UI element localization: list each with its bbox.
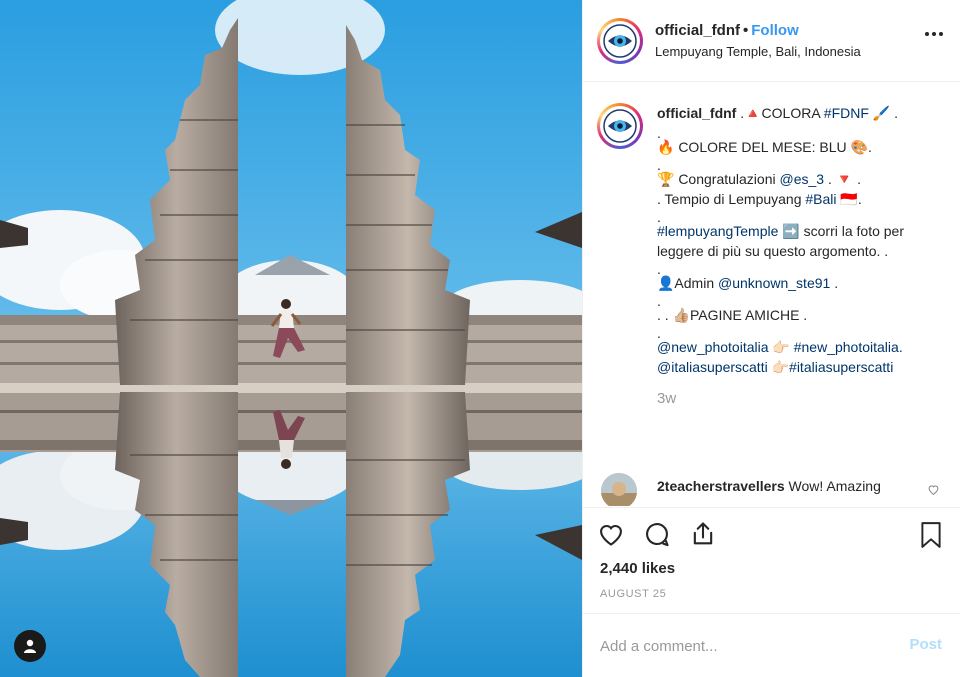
follow-button[interactable]: Follow (751, 22, 799, 39)
caption-avatar-ring[interactable] (597, 103, 643, 149)
caption-text: 🔥 COLORE DEL MESE: BLU 🎨. (657, 139, 872, 155)
comment-text: 2teacherstravellers Wow! Amazing (657, 476, 881, 506)
hashtag-link[interactable]: #FDNF (824, 105, 869, 121)
post-comment-button[interactable]: Post (909, 636, 942, 653)
likes-count[interactable]: 2,440 likes (600, 560, 675, 577)
add-comment-bar: Post (583, 613, 960, 677)
caption-text: 🖌️ . (868, 105, 899, 121)
location-link[interactable]: Lempuyang Temple, Bali, Indonesia (655, 43, 861, 60)
post-side-panel: official_fdnf • Follow Lempuyang Temple, B… (582, 0, 960, 677)
comment-icon[interactable] (643, 520, 671, 553)
temple-gate-image (0, 0, 582, 677)
action-icons (597, 520, 717, 553)
header-text: official_fdnf • Follow Lempuyang Temple, B… (655, 21, 861, 60)
comment-body: Wow! Amazing (784, 478, 881, 494)
post-date[interactable]: AUGUST 25 (600, 588, 666, 600)
eye-logo-icon (602, 108, 638, 144)
caption-text: . . 👍🏼PAGINE AMICHE . (657, 307, 808, 323)
more-icon[interactable] (925, 32, 943, 36)
avatar-ring[interactable] (597, 17, 643, 64)
caption-text: 👤Admin (657, 275, 719, 291)
hashtag-link[interactable]: #italiasuperscatti (789, 359, 893, 375)
caption-line: #lempuyangTemple ➡️ scorri la foto per l… (657, 221, 947, 261)
caption-text: 👉🏻 (767, 359, 790, 375)
commenter-avatar[interactable] (601, 473, 637, 506)
heart-icon[interactable] (597, 520, 625, 553)
user-tag-icon[interactable] (14, 630, 46, 662)
eye-logo-icon (602, 22, 638, 59)
comment-item: 2teacherstravellers Wow! Amazing (601, 473, 946, 506)
caption-text: 🏆 Congratulazioni (657, 171, 780, 187)
caption-body: official_fdnf .🔺COLORA #FDNF 🖌️ . . 🔥 CO… (657, 103, 947, 409)
small-heart-icon[interactable] (927, 483, 940, 501)
header-username[interactable]: official_fdnf (655, 22, 740, 39)
caption-line: 🏆 Congratulazioni @es_3 . 🔻 . (657, 169, 947, 189)
caption-line: @italiasuperscatti 👉🏻#italiasuperscatti (657, 357, 947, 377)
mention-link[interactable]: @unknown_ste91 (718, 275, 830, 291)
hashtag-link[interactable]: #lempuyangTemple (657, 223, 778, 239)
comments-area: official_fdnf .🔺COLORA #FDNF 🖌️ . . 🔥 CO… (583, 83, 960, 506)
caption: official_fdnf .🔺COLORA #FDNF 🖌️ . . 🔥 CO… (597, 103, 947, 409)
caption-text: .🔺COLORA (736, 105, 824, 121)
mention-link[interactable]: @new_photoitalia (657, 339, 769, 355)
caption-text: . Tempio di Lempuyang (657, 191, 806, 207)
caption-username[interactable]: official_fdnf (657, 105, 736, 121)
caption-timestamp[interactable]: 3w (657, 389, 947, 409)
post-header: official_fdnf • Follow Lempuyang Temple, B… (583, 0, 960, 82)
mention-link[interactable]: @es_3 (780, 171, 825, 187)
comment-username[interactable]: 2teacherstravellers (657, 478, 785, 494)
caption-line: . Tempio di Lempuyang #Bali 🇮🇩. (657, 189, 947, 209)
hashtag-link[interactable]: #new_photoitalia. (794, 339, 903, 355)
post-actions: 2,440 likes AUGUST 25 (583, 507, 960, 613)
caption-line: 👤Admin @unknown_ste91 . (657, 273, 947, 293)
separator-dot: • (743, 22, 749, 39)
caption-line: @new_photoitalia 👉🏻 #new_photoitalia. (657, 337, 947, 357)
caption-text: . (830, 275, 839, 291)
mention-link[interactable]: @italiasuperscatti (657, 359, 768, 375)
caption-text: 🇮🇩. (836, 191, 862, 207)
comment-input[interactable] (600, 634, 890, 658)
instagram-post: official_fdnf • Follow Lempuyang Temple, B… (0, 0, 960, 677)
caption-text: . 🔻 . (824, 171, 861, 187)
bookmark-icon[interactable] (918, 521, 944, 554)
caption-text: 👉🏻 (768, 339, 794, 355)
post-photo[interactable] (0, 0, 582, 677)
hashtag-link[interactable]: #Bali (805, 191, 836, 207)
share-icon[interactable] (689, 520, 717, 553)
